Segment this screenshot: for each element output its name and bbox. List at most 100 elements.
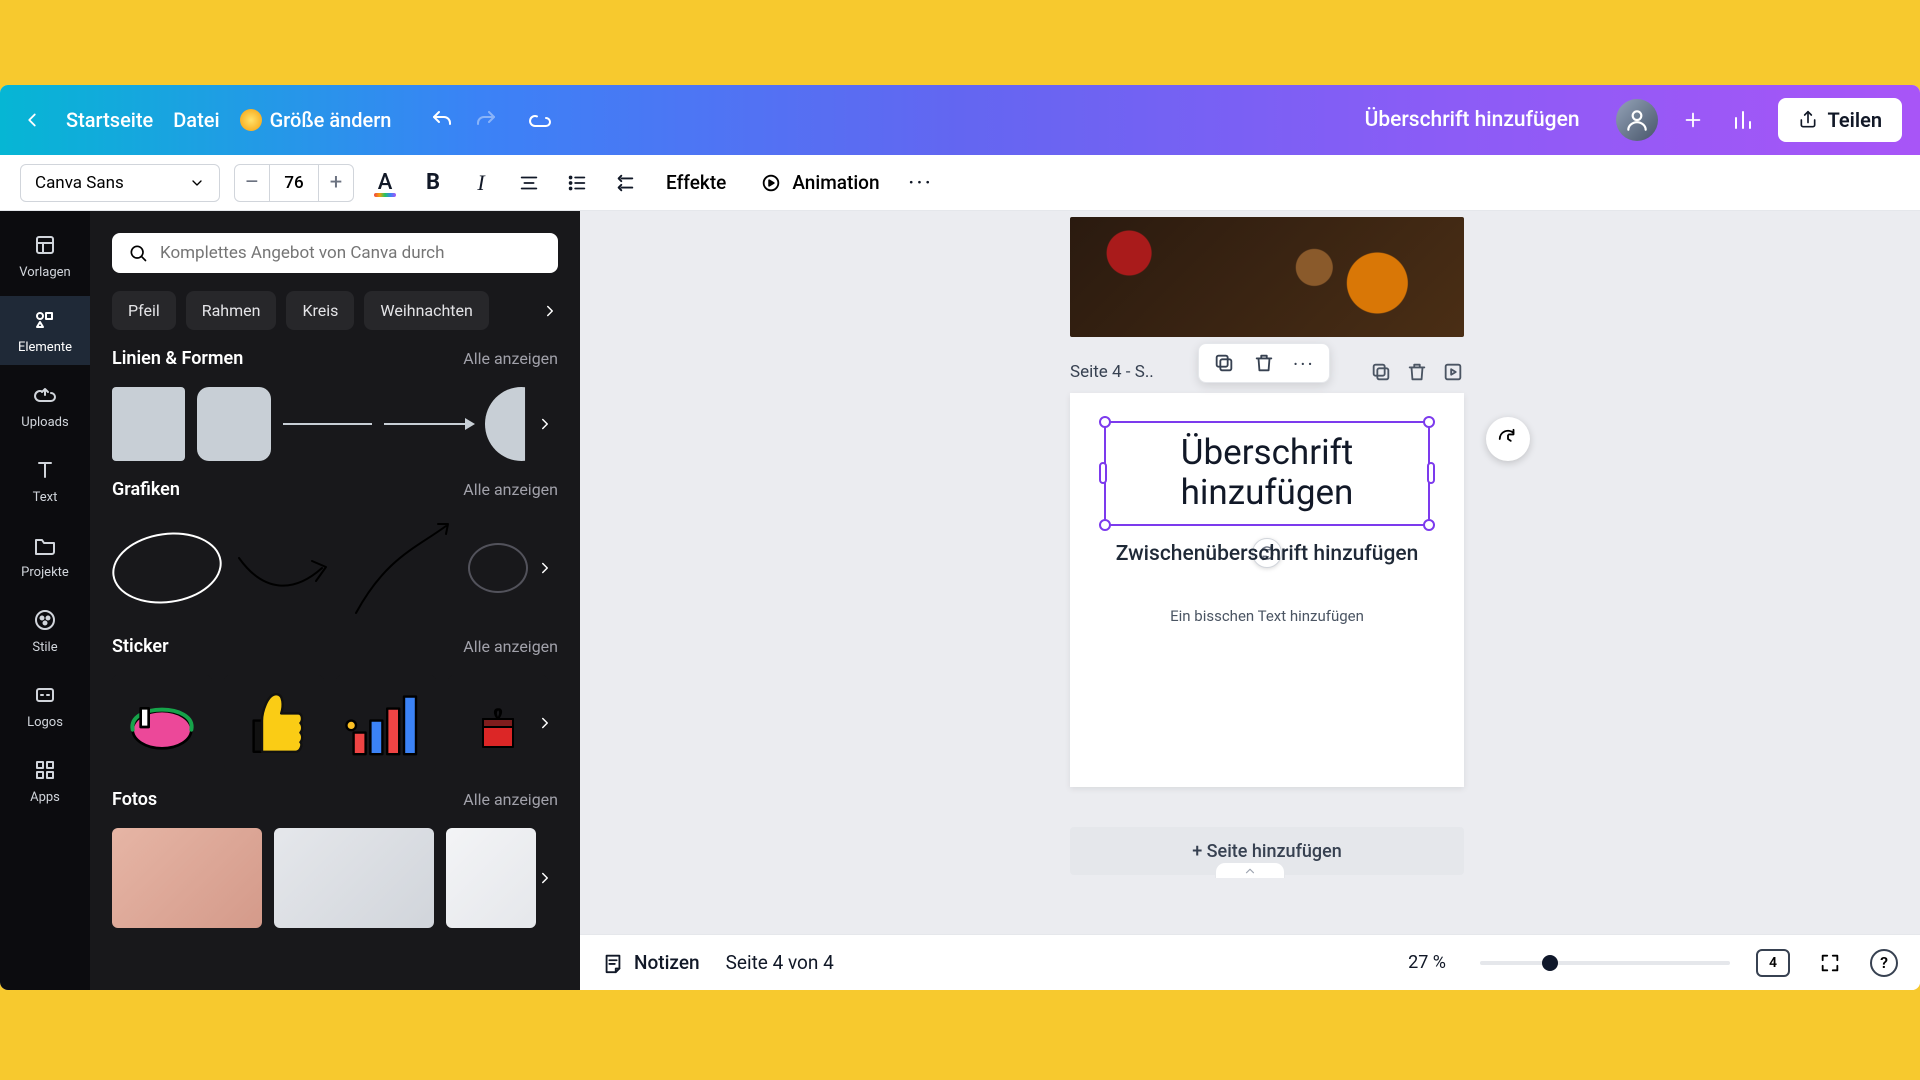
resize-handle-nw[interactable] [1099, 416, 1111, 428]
page-label[interactable]: Seite 4 - S.. [1070, 362, 1154, 382]
chip-rahmen[interactable]: Rahmen [186, 291, 277, 330]
graphics-scroll-next[interactable] [530, 553, 560, 583]
chip-weihnachten[interactable]: Weihnachten [364, 291, 488, 330]
graphic-scribble-oval[interactable] [108, 526, 227, 611]
regenerate-fab[interactable] [1486, 417, 1530, 461]
resize-handle-sw[interactable] [1099, 519, 1111, 531]
font-size-decrease[interactable]: – [235, 165, 269, 201]
document-title[interactable]: Überschrift hinzufügen [1365, 108, 1580, 132]
nav-logos[interactable]: Logos [0, 671, 90, 740]
home-link[interactable]: Startseite [66, 108, 153, 132]
chip-kreis[interactable]: Kreis [286, 291, 354, 330]
section-lines-shapes-seeall[interactable]: Alle anzeigen [463, 349, 558, 368]
text-color-button[interactable]: A [368, 166, 402, 200]
effects-button[interactable]: Effekte [656, 165, 736, 200]
photos-scroll-next[interactable] [530, 863, 560, 893]
delete-button[interactable] [1253, 352, 1275, 374]
share-button[interactable]: Teilen [1778, 98, 1902, 142]
search-input[interactable] [160, 243, 542, 263]
floating-more-button[interactable]: ··· [1293, 352, 1315, 374]
page-strip-expand[interactable] [1215, 862, 1285, 878]
section-photos-seeall[interactable]: Alle anzeigen [463, 790, 558, 809]
sticker-bar-chart[interactable] [336, 675, 436, 771]
page-grid-button[interactable]: 4 [1756, 949, 1790, 977]
nav-projects-label: Projekte [21, 565, 69, 580]
user-avatar[interactable] [1616, 99, 1658, 141]
shape-square[interactable] [112, 387, 185, 461]
resize-handle-w[interactable] [1099, 462, 1107, 484]
help-button[interactable]: ? [1870, 949, 1898, 977]
page-3-thumbnail[interactable] [1070, 217, 1464, 337]
animation-button[interactable]: Animation [750, 165, 889, 200]
fullscreen-button[interactable] [1816, 949, 1844, 977]
notes-button[interactable]: Notizen [602, 951, 700, 974]
nav-projects[interactable]: Projekte [0, 521, 90, 590]
section-sticker-title: Sticker [112, 636, 169, 657]
stickers-scroll-next[interactable] [530, 708, 560, 738]
nav-styles[interactable]: Stile [0, 596, 90, 665]
nav-apps[interactable]: Apps [0, 746, 90, 815]
zoom-percent[interactable]: 27 % [1408, 952, 1446, 973]
italic-button[interactable]: I [464, 166, 498, 200]
zoom-slider-thumb[interactable] [1542, 955, 1558, 971]
font-size-input[interactable] [269, 165, 319, 201]
shape-rounded-square[interactable] [197, 387, 270, 461]
photo-tile-1[interactable] [112, 828, 262, 928]
chip-pfeil[interactable]: Pfeil [112, 291, 176, 330]
section-sticker-seeall[interactable]: Alle anzeigen [463, 637, 558, 656]
sync-status-icon[interactable] [527, 107, 553, 133]
undo-button[interactable] [429, 107, 455, 133]
selected-heading-textbox[interactable]: Überschrifthinzufügen [1104, 421, 1430, 526]
font-size-stepper: – + [234, 164, 354, 202]
graphic-curved-arrow[interactable] [234, 543, 334, 593]
shape-line[interactable] [283, 423, 372, 425]
heading-line1: Überschrift [1181, 432, 1353, 473]
notes-label: Notizen [634, 951, 700, 974]
page-duplicate-button[interactable] [1370, 361, 1392, 383]
nav-uploads[interactable]: Uploads [0, 371, 90, 440]
text-align-button[interactable] [512, 166, 546, 200]
photo-tile-2[interactable] [274, 828, 434, 928]
graphic-brush-stroke[interactable] [346, 518, 456, 618]
share-icon [1798, 110, 1818, 130]
page-delete-button[interactable] [1406, 361, 1428, 383]
nav-elements-label: Elemente [18, 340, 72, 355]
resize-handle-se[interactable] [1423, 519, 1435, 531]
shapes-scroll-next[interactable] [530, 409, 560, 439]
nav-text[interactable]: Text [0, 446, 90, 515]
shape-arrow-line[interactable] [384, 423, 473, 425]
nav-uploads-label: Uploads [21, 415, 68, 430]
subheading-textbox[interactable]: Zwischenüberschrift hinzufügen [1104, 541, 1430, 567]
spacing-button[interactable] [608, 166, 642, 200]
font-size-increase[interactable]: + [319, 165, 353, 201]
resize-handle-e[interactable] [1427, 462, 1435, 484]
animation-label: Animation [792, 171, 879, 194]
list-button[interactable] [560, 166, 594, 200]
zoom-slider[interactable] [1480, 961, 1730, 965]
resize-button[interactable]: Größe ändern [240, 108, 392, 132]
chips-scroll-next[interactable] [536, 297, 564, 325]
nav-templates[interactable]: Vorlagen [0, 221, 90, 290]
page-4-canvas[interactable]: Überschrifthinzufügen Zwischenüberschrif… [1070, 393, 1464, 787]
elements-icon [31, 306, 59, 334]
search-field[interactable] [112, 233, 558, 273]
sticker-turkey[interactable] [112, 675, 212, 771]
nav-elements[interactable]: Elemente [0, 296, 90, 365]
back-button[interactable] [18, 106, 46, 134]
add-collaborator-button[interactable] [1678, 105, 1708, 135]
resize-handle-ne[interactable] [1423, 416, 1435, 428]
page-present-button[interactable] [1442, 361, 1464, 383]
duplicate-button[interactable] [1213, 352, 1235, 374]
photo-tile-3[interactable] [446, 828, 536, 928]
bold-button[interactable]: B [416, 166, 450, 200]
file-menu[interactable]: Datei [173, 108, 219, 132]
graphic-thin-oval[interactable] [468, 543, 528, 593]
font-family-dropdown[interactable]: Canva Sans [20, 164, 220, 202]
section-graphics-seeall[interactable]: Alle anzeigen [463, 480, 558, 499]
body-textbox[interactable]: Ein bisschen Text hinzufügen [1104, 607, 1430, 625]
redo-button[interactable] [473, 107, 499, 133]
insights-button[interactable] [1728, 105, 1758, 135]
canvas-area: ··· Seite 4 - S.. Überschrifthinzufügen [580, 211, 1920, 990]
more-options-button[interactable]: ··· [904, 166, 938, 200]
sticker-thumbs-up[interactable] [224, 675, 324, 771]
